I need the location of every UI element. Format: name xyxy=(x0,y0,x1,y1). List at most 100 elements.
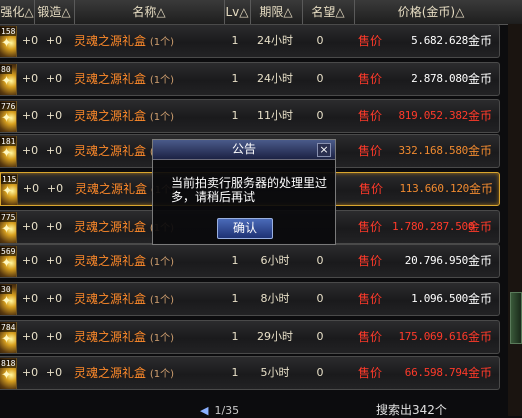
table-row[interactable]: 7766✦ +0 +0 灵魂之源礼盒 (1个) 1 11小时 0 售价 819.052.382金… xyxy=(0,99,500,133)
star-gem-icon[interactable]: 115 ✦ xyxy=(1,174,18,205)
item-name: 灵魂之源礼盒 (1个) xyxy=(74,321,224,353)
close-icon[interactable]: × xyxy=(317,143,331,157)
dialog-title: 公告 xyxy=(153,140,335,160)
star-gem-icon[interactable]: 181 ✦ xyxy=(0,136,17,167)
level-value: 1 xyxy=(231,109,239,122)
item-qty: (1个) xyxy=(149,37,175,48)
item-count-badge: 30 xyxy=(0,285,12,294)
price-label: 售价 xyxy=(358,34,383,48)
price-unit: 金币 xyxy=(468,366,493,380)
item-name: 灵魂之源礼盒 (1个) xyxy=(74,357,224,389)
qianghua-value: +0 xyxy=(21,366,39,379)
star-gem-icon[interactable]: 775 ✦ xyxy=(0,212,17,243)
qixian-value: 11小时 xyxy=(257,109,293,122)
price-label: 售价 xyxy=(359,182,384,196)
price-label: 售价 xyxy=(358,330,383,344)
item-count-badge: 784 xyxy=(0,323,16,332)
star-gem-icon[interactable]: 30 ✦ xyxy=(0,284,17,315)
item-name: 灵魂之源礼盒 (1个) xyxy=(74,63,224,95)
table-row[interactable]: 569 ✦ +0 +0 灵魂之源礼盒 (1个) 1 6小时 0 售价 20.796.950 金币 xyxy=(0,244,500,278)
sparkle-icon: ✦ xyxy=(2,184,13,199)
sparkle-icon: ✦ xyxy=(1,74,12,89)
qianghua-value: +0 xyxy=(22,182,40,195)
sparkle-icon: ✦ xyxy=(1,368,12,383)
qixian-value: 29小时 xyxy=(257,330,293,343)
sparkle-icon: ✦ xyxy=(1,222,12,237)
item-name: 灵魂之源礼盒 (1个) xyxy=(74,283,224,315)
table-row[interactable]: 158 ✦ +0 +0 灵魂之源礼盒 (1个) 1 24小时 0 售价 5.682.628 金币 xyxy=(0,24,500,58)
table-row[interactable]: 80 ✦ +0 +0 灵魂之源礼盒 (1个) 1 24小时 0 售价 2.878.080 金币 xyxy=(0,62,500,96)
price-value: 2.878.080 xyxy=(411,72,468,85)
sparkle-icon: ✦ xyxy=(1,146,12,161)
qianghua-value: +0 xyxy=(21,72,39,85)
mingwang-value: 0 xyxy=(316,292,324,305)
item-name: 灵魂之源礼盒 (1个) xyxy=(74,245,224,277)
item-name: 灵魂之源礼盒 (1个) xyxy=(74,25,224,57)
price-value: 332.168.580 xyxy=(398,144,468,157)
price-label: 售价 xyxy=(358,144,383,158)
duanzao-value: +0 xyxy=(45,366,63,379)
header-qianghua[interactable]: 强化△ xyxy=(0,0,35,24)
star-gem-icon[interactable]: 569 ✦ xyxy=(0,246,17,277)
qianghua-value: +0 xyxy=(21,144,39,157)
confirm-button[interactable]: 确认 xyxy=(217,218,273,239)
qixian-value: 24小时 xyxy=(257,34,293,47)
scrollbar-track[interactable] xyxy=(508,24,522,416)
star-gem-icon[interactable]: 818 ✦ xyxy=(0,358,17,389)
price-unit: 金币 xyxy=(468,144,493,158)
item-count-badge: 7766 xyxy=(0,102,16,111)
header-duanzao[interactable]: 锻造△ xyxy=(34,0,75,24)
item-name-text: 灵魂之源礼盒 xyxy=(74,109,147,123)
duanzao-value: +0 xyxy=(45,254,63,267)
item-qty: (1个) xyxy=(149,112,175,123)
price-value: 5.682.628 xyxy=(411,34,468,47)
arrow-left-icon[interactable]: ◀ xyxy=(200,404,208,417)
qianghua-value: +0 xyxy=(21,254,39,267)
mingwang-value: 0 xyxy=(316,254,324,267)
header-name[interactable]: 名称△ xyxy=(74,0,225,24)
price-unit: 金币 xyxy=(468,254,493,268)
item-name: 灵魂之源礼盒 (1个) xyxy=(74,100,224,132)
header-lv[interactable]: Lv△ xyxy=(224,0,251,24)
qianghua-value: +0 xyxy=(21,330,39,343)
header-mingwang[interactable]: 名望△ xyxy=(302,0,355,24)
price-unit: 金币 xyxy=(468,34,493,48)
scrollbar-thumb[interactable] xyxy=(510,292,522,344)
price-unit: 金币 xyxy=(468,292,493,306)
header-price[interactable]: 价格(金币)△ xyxy=(354,0,508,24)
star-gem-icon[interactable]: 158 ✦ xyxy=(0,26,17,57)
item-name-text: 灵魂之源礼盒 xyxy=(74,144,147,158)
sparkle-icon: ✦ xyxy=(1,36,12,51)
sparkle-icon: ✦ xyxy=(1,256,12,271)
header-qixian[interactable]: 期限△ xyxy=(250,0,303,24)
item-count-badge: 80 xyxy=(0,65,12,74)
star-gem-icon[interactable]: 784 ✦ xyxy=(0,322,17,353)
table-row[interactable]: 818 ✦ +0 +0 灵魂之源礼盒 (1个) 1 5小时 0 售价 66.598.794 金币 xyxy=(0,356,500,390)
price-label: 售价 xyxy=(358,292,383,306)
item-name-text: 灵魂之源礼盒 xyxy=(74,72,147,86)
item-count-badge: 158 xyxy=(0,27,16,36)
item-qty: (1个) xyxy=(149,75,175,86)
mingwang-value: 0 xyxy=(316,109,324,122)
duanzao-value: +0 xyxy=(45,72,63,85)
table-row[interactable]: 784 ✦ +0 +0 灵魂之源礼盒 (1个) 1 29小时 0 售价 175.069.616 金币 xyxy=(0,320,500,354)
level-value: 1 xyxy=(231,72,239,85)
star-gem-icon[interactable]: 80 ✦ xyxy=(0,64,17,95)
table-row[interactable]: 30 ✦ +0 +0 灵魂之源礼盒 (1个) 1 8小时 0 售价 1.096.500 金币 xyxy=(0,282,500,316)
price-value: 175.069.616 xyxy=(398,330,468,343)
price-label: 售价 xyxy=(358,220,383,234)
price-value: 819.052.382 xyxy=(398,109,468,122)
qixian-value: 24小时 xyxy=(257,72,293,85)
mingwang-value: 0 xyxy=(316,366,324,379)
sparkle-icon: ✦ xyxy=(1,111,12,126)
qixian-value: 8小时 xyxy=(260,292,290,305)
item-count-badge: 818 xyxy=(0,359,16,368)
qianghua-value: +0 xyxy=(21,220,39,233)
notice-dialog: 公告 × 当前拍卖行服务器的处理里过多，请稍后再试 确认 xyxy=(152,139,336,245)
star-gem-icon[interactable]: 7766✦ xyxy=(0,101,17,132)
price-unit: 金币 xyxy=(468,109,493,123)
mingwang-value: 0 xyxy=(316,34,324,47)
qixian-value: 6小时 xyxy=(260,254,290,267)
item-name-text: 灵魂之源礼盒 xyxy=(74,254,147,268)
price-value: 113.660.120 xyxy=(399,182,469,195)
